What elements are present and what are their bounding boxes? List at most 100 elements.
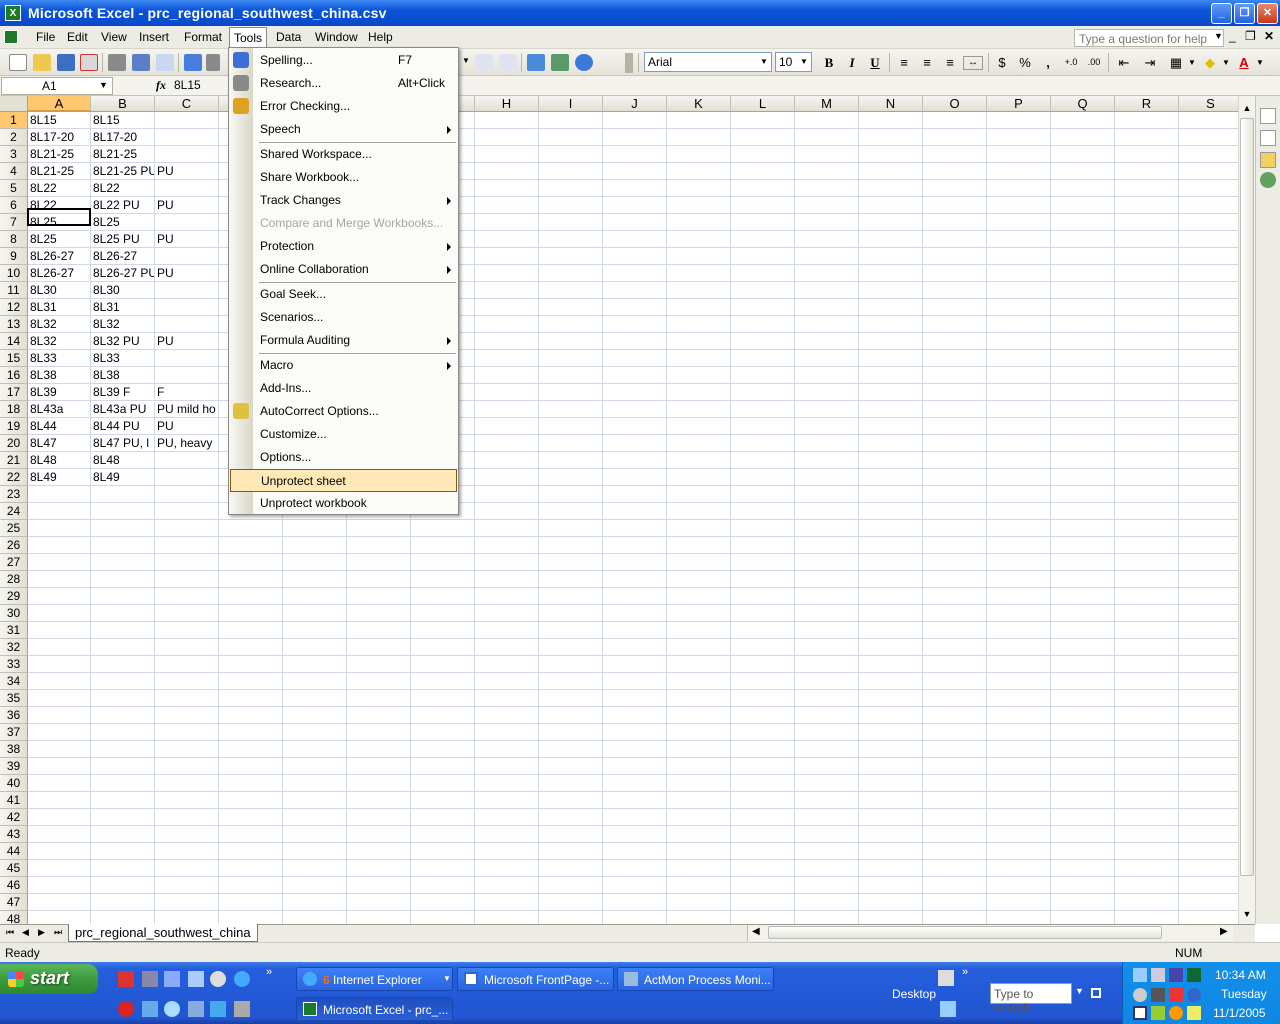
cell-k47[interactable] xyxy=(667,894,731,911)
cell-f42[interactable] xyxy=(347,809,411,826)
cell-j28[interactable] xyxy=(603,571,667,588)
cell-q9[interactable] xyxy=(1051,248,1115,265)
cell-f31[interactable] xyxy=(347,622,411,639)
row-header-9[interactable]: 9 xyxy=(0,248,28,265)
cell-p37[interactable] xyxy=(987,724,1051,741)
cell-i46[interactable] xyxy=(539,877,603,894)
cell-j37[interactable] xyxy=(603,724,667,741)
cell-m16[interactable] xyxy=(795,367,859,384)
menu-format[interactable]: Format xyxy=(184,30,222,44)
cell-q41[interactable] xyxy=(1051,792,1115,809)
cell-c33[interactable] xyxy=(155,656,219,673)
cell-s21[interactable] xyxy=(1179,452,1238,469)
cell-p1[interactable] xyxy=(987,112,1051,129)
cell-q10[interactable] xyxy=(1051,265,1115,282)
row-header-10[interactable]: 10 xyxy=(0,265,28,282)
cell-c11[interactable] xyxy=(155,282,219,299)
cell-e26[interactable] xyxy=(283,537,347,554)
cell-o13[interactable] xyxy=(923,316,987,333)
cell-b47[interactable] xyxy=(91,894,155,911)
cell-s23[interactable] xyxy=(1179,486,1238,503)
cell-o41[interactable] xyxy=(923,792,987,809)
menu-view[interactable]: View xyxy=(101,30,127,44)
cell-e27[interactable] xyxy=(283,554,347,571)
cell-l41[interactable] xyxy=(731,792,795,809)
toolbar-options-icon[interactable] xyxy=(625,53,633,73)
cell-i17[interactable] xyxy=(539,384,603,401)
cell-f25[interactable] xyxy=(347,520,411,537)
cell-n21[interactable] xyxy=(859,452,923,469)
cell-r29[interactable] xyxy=(1115,588,1179,605)
cell-s25[interactable] xyxy=(1179,520,1238,537)
row-header-24[interactable]: 24 xyxy=(0,503,28,520)
cell-h21[interactable] xyxy=(475,452,539,469)
cell-l37[interactable] xyxy=(731,724,795,741)
cell-i26[interactable] xyxy=(539,537,603,554)
cell-g30[interactable] xyxy=(411,605,475,622)
cell-d45[interactable] xyxy=(219,860,283,877)
cell-e32[interactable] xyxy=(283,639,347,656)
cell-c35[interactable] xyxy=(155,690,219,707)
cell-h39[interactable] xyxy=(475,758,539,775)
cell-p11[interactable] xyxy=(987,282,1051,299)
cell-r22[interactable] xyxy=(1115,469,1179,486)
cell-l34[interactable] xyxy=(731,673,795,690)
cell-a23[interactable] xyxy=(28,486,91,503)
cell-n7[interactable] xyxy=(859,214,923,231)
cell-s47[interactable] xyxy=(1179,894,1238,911)
cell-i38[interactable] xyxy=(539,741,603,758)
cell-h45[interactable] xyxy=(475,860,539,877)
cell-n12[interactable] xyxy=(859,299,923,316)
cell-c28[interactable] xyxy=(155,571,219,588)
cell-p31[interactable] xyxy=(987,622,1051,639)
cell-r13[interactable] xyxy=(1115,316,1179,333)
cell-i43[interactable] xyxy=(539,826,603,843)
cell-q15[interactable] xyxy=(1051,350,1115,367)
tray-icon-10[interactable] xyxy=(1169,1006,1183,1020)
cell-p41[interactable] xyxy=(987,792,1051,809)
cell-p17[interactable] xyxy=(987,384,1051,401)
cell-r11[interactable] xyxy=(1115,282,1179,299)
cell-m17[interactable] xyxy=(795,384,859,401)
cell-f48[interactable] xyxy=(347,911,411,924)
cell-i10[interactable] xyxy=(539,265,603,282)
cell-d41[interactable] xyxy=(219,792,283,809)
menu-item-error-checking[interactable]: Error Checking... xyxy=(230,95,457,118)
cell-p38[interactable] xyxy=(987,741,1051,758)
cell-l39[interactable] xyxy=(731,758,795,775)
cell-c15[interactable] xyxy=(155,350,219,367)
cell-q35[interactable] xyxy=(1051,690,1115,707)
cell-i3[interactable] xyxy=(539,146,603,163)
cell-q38[interactable] xyxy=(1051,741,1115,758)
cell-n17[interactable] xyxy=(859,384,923,401)
quicklaunch-icon-2[interactable] xyxy=(142,971,158,987)
cell-j1[interactable] xyxy=(603,112,667,129)
cell-h40[interactable] xyxy=(475,775,539,792)
cell-s24[interactable] xyxy=(1179,503,1238,520)
cell-s42[interactable] xyxy=(1179,809,1238,826)
cell-r36[interactable] xyxy=(1115,707,1179,724)
cell-j47[interactable] xyxy=(603,894,667,911)
cell-i4[interactable] xyxy=(539,163,603,180)
spreadsheet-grid[interactable]: ABCDEFGHIJKLMNOPQRS 12345678910111213141… xyxy=(0,96,1238,924)
menu-item-goal-seek[interactable]: Goal Seek... xyxy=(230,283,457,306)
cell-b1[interactable]: 8L15 xyxy=(91,112,155,129)
print-preview-icon[interactable] xyxy=(132,54,150,71)
cell-b14[interactable]: 8L32 PU xyxy=(91,333,155,350)
cell-o47[interactable] xyxy=(923,894,987,911)
cell-a14[interactable]: 8L32 xyxy=(28,333,91,350)
row-header-16[interactable]: 16 xyxy=(0,367,28,384)
search-dropdown-icon[interactable]: ▼ xyxy=(1075,986,1084,996)
cell-j19[interactable] xyxy=(603,418,667,435)
cell-l1[interactable] xyxy=(731,112,795,129)
cell-q28[interactable] xyxy=(1051,571,1115,588)
cell-l35[interactable] xyxy=(731,690,795,707)
cell-h17[interactable] xyxy=(475,384,539,401)
borders-dropdown-icon[interactable]: ▼ xyxy=(1188,58,1196,67)
cell-c21[interactable] xyxy=(155,452,219,469)
cell-l5[interactable] xyxy=(731,180,795,197)
cell-g44[interactable] xyxy=(411,843,475,860)
cell-n40[interactable] xyxy=(859,775,923,792)
cell-n27[interactable] xyxy=(859,554,923,571)
row-header-3[interactable]: 3 xyxy=(0,146,28,163)
